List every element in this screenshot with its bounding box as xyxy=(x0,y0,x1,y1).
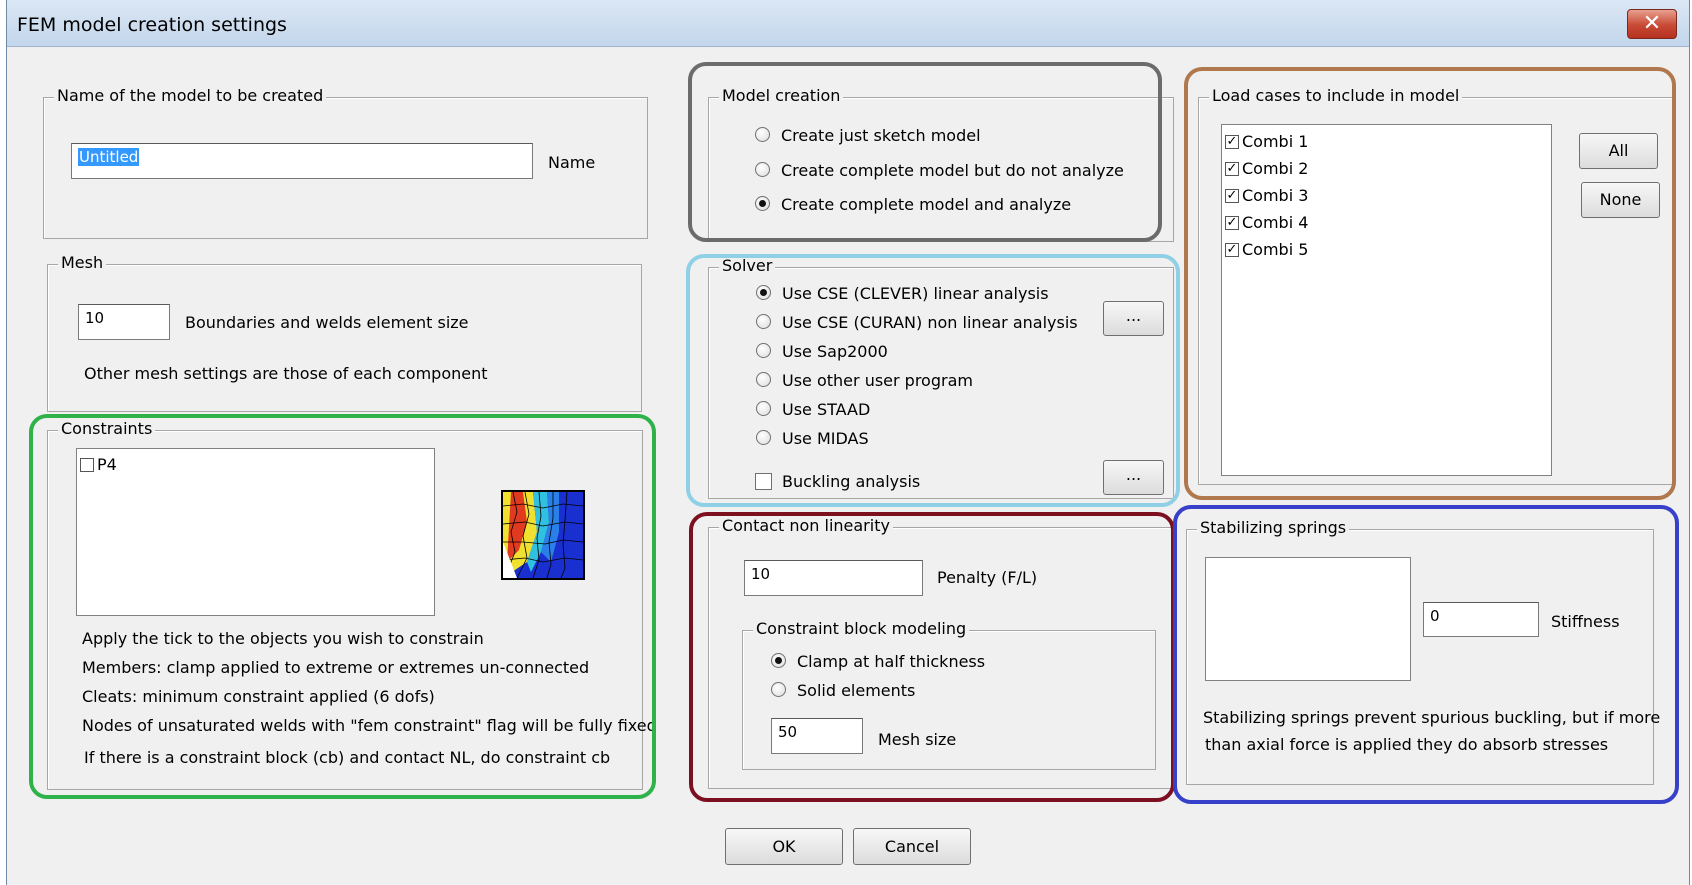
close-icon: ✕ xyxy=(1642,11,1662,36)
element-size-input[interactable]: 10 xyxy=(78,304,170,340)
name-group-legend: Name of the model to be created xyxy=(54,86,327,105)
window-title: FEM model creation settings xyxy=(17,14,287,36)
mesh-group-legend: Mesh xyxy=(58,253,107,272)
model-name-input[interactable]: Untitled xyxy=(71,143,533,179)
highlight-constraints xyxy=(29,414,656,799)
highlight-solver xyxy=(686,254,1180,507)
element-size-label: Boundaries and welds element size xyxy=(185,313,469,332)
highlight-springs xyxy=(1173,505,1679,804)
title-bar: FEM model creation settings ✕ xyxy=(7,0,1689,47)
cancel-button-label: Cancel xyxy=(884,837,940,856)
model-name-value: Untitled xyxy=(78,148,140,166)
highlight-contact xyxy=(689,512,1175,802)
element-size-value: 10 xyxy=(85,309,105,327)
close-button[interactable]: ✕ xyxy=(1627,9,1677,39)
ok-button[interactable]: OK xyxy=(725,828,843,865)
highlight-load-cases xyxy=(1184,67,1676,500)
cancel-button[interactable]: Cancel xyxy=(853,828,971,865)
highlight-model-creation xyxy=(688,62,1162,242)
ok-button-label: OK xyxy=(772,837,796,856)
mesh-note: Other mesh settings are those of each co… xyxy=(84,364,488,383)
model-name-label: Name xyxy=(548,153,596,172)
